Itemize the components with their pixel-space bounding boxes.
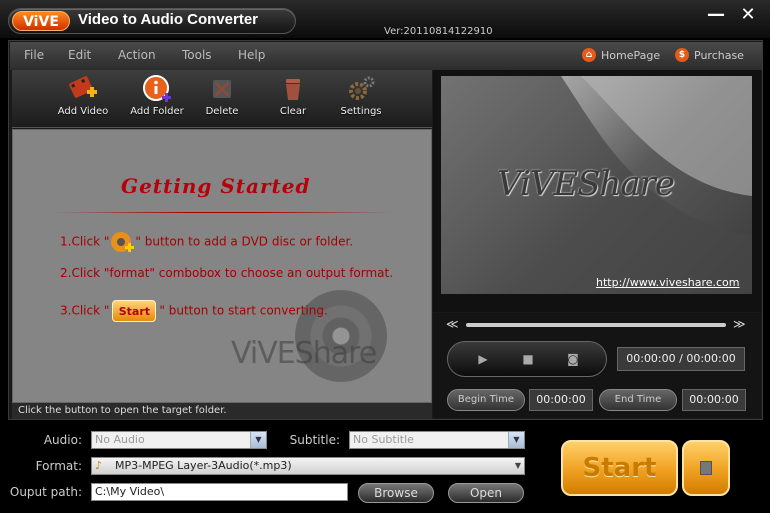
- step-3-start-icon: Start: [112, 300, 157, 322]
- begin-time-button[interactable]: Begin Time: [447, 389, 525, 411]
- format-select[interactable]: ♪ MP3-MPEG Layer-3Audio(*.mp3) ▼: [91, 457, 525, 475]
- step-1-prefix: 1.Click ": [60, 234, 110, 249]
- stop-icon[interactable]: ■: [519, 351, 537, 367]
- step-1-suffix: " button to add a DVD disc or folder.: [135, 234, 354, 249]
- purchase-link[interactable]: $ Purchase: [675, 48, 744, 62]
- add-video-label: Add Video: [57, 106, 109, 117]
- step-2: 2.Click "format" combobox to choose an o…: [60, 266, 394, 280]
- file-list-area[interactable]: ViVEShare Getting Started 1.Click " " but…: [12, 129, 432, 403]
- chevron-down-icon: ▼: [514, 461, 521, 470]
- title-bar: ViVE Video to Audio Converter Ver:201108…: [0, 0, 770, 38]
- audio-label: Audio:: [43, 433, 82, 447]
- seek-bar[interactable]: [466, 323, 726, 327]
- open-button[interactable]: Open: [448, 483, 524, 503]
- status-bar: Click the button to open the target fold…: [12, 403, 432, 419]
- settings-button[interactable]: Settings: [326, 74, 396, 117]
- app-logo: ViVE: [12, 11, 70, 31]
- chevron-down-icon: ▼: [508, 432, 524, 448]
- stop-square-icon: [700, 461, 712, 475]
- menu-bar: File Edit Action Tools Help ⌂ HomePage $…: [10, 42, 762, 70]
- subtitle-select[interactable]: No Subtitle ▼: [349, 431, 525, 449]
- step-3: 3.Click " Start " button to start converti…: [60, 300, 328, 322]
- delete-label: Delete: [205, 106, 239, 117]
- step-1: 1.Click " " button to add a DVD disc or f…: [60, 230, 353, 254]
- subtitle-label: Subtitle:: [289, 433, 340, 447]
- dollar-icon: $: [675, 48, 689, 62]
- video-preview: ViVEShare http://www.viveshare.com: [441, 76, 752, 294]
- end-time-field[interactable]: 00:00:00: [682, 389, 746, 411]
- title-divider: [53, 212, 393, 213]
- add-video-button[interactable]: Add Video: [48, 74, 118, 117]
- begin-time-field[interactable]: 00:00:00: [529, 389, 593, 411]
- menu-file[interactable]: File: [24, 48, 44, 62]
- film-add-icon: [68, 74, 98, 104]
- end-time-button[interactable]: End Time: [599, 389, 677, 411]
- menu-tools[interactable]: Tools: [182, 48, 212, 62]
- time-display: 00:00:00 / 00:00:00: [617, 347, 745, 371]
- audio-select[interactable]: No Audio ▼: [91, 431, 267, 449]
- snapshot-icon[interactable]: ◙: [564, 351, 582, 367]
- audio-value: No Audio: [95, 433, 145, 446]
- app-title: Video to Audio Converter: [78, 11, 259, 28]
- playback-controls: ▶ ■ ◙: [447, 341, 607, 377]
- website-link[interactable]: http://www.viveshare.com: [596, 276, 740, 289]
- minimize-button[interactable]: —: [704, 4, 728, 26]
- homepage-label: HomePage: [601, 48, 661, 62]
- clear-button[interactable]: Clear: [258, 74, 328, 117]
- chevron-down-icon: ▼: [250, 432, 266, 448]
- add-folder-button[interactable]: Add Folder: [122, 74, 192, 117]
- rewind-icon[interactable]: ≪: [446, 317, 459, 331]
- start-button[interactable]: Start: [561, 440, 678, 496]
- format-value: MP3-MPEG Layer-3Audio(*.mp3): [115, 459, 292, 472]
- purchase-label: Purchase: [694, 48, 744, 62]
- version-label: Ver:20110814122910: [384, 26, 493, 37]
- format-label: Format:: [35, 459, 82, 473]
- add-folder-label: Add Folder: [130, 106, 184, 117]
- forward-icon[interactable]: ≫: [733, 317, 746, 331]
- step-3-prefix: 3.Click ": [60, 303, 110, 318]
- play-icon[interactable]: ▶: [474, 351, 492, 367]
- delete-button[interactable]: Delete: [187, 74, 257, 117]
- music-note-icon: ♪: [95, 459, 103, 472]
- settings-label: Settings: [340, 106, 382, 117]
- step-3-suffix: " button to start converting.: [159, 303, 328, 318]
- home-icon: ⌂: [582, 48, 596, 62]
- preview-brand: ViVEShare: [497, 164, 675, 204]
- delete-icon: [207, 74, 237, 104]
- getting-started-title: Getting Started: [121, 174, 311, 198]
- info-add-icon: [142, 74, 172, 104]
- watermark-text: ViVEShare: [231, 336, 377, 371]
- trash-icon: [278, 74, 308, 104]
- clear-label: Clear: [279, 106, 307, 117]
- menu-help[interactable]: Help: [238, 48, 265, 62]
- toolbar: Add Video Add Folder Delete Clear Settin…: [12, 70, 432, 128]
- output-path-label: Ouput path:: [9, 485, 82, 499]
- output-path-input[interactable]: C:\My Video\: [91, 483, 348, 501]
- subtitle-value: No Subtitle: [353, 433, 414, 446]
- gear-icon: [346, 74, 376, 104]
- browse-button[interactable]: Browse: [358, 483, 434, 503]
- homepage-link[interactable]: ⌂ HomePage: [582, 48, 660, 62]
- menu-edit[interactable]: Edit: [68, 48, 91, 62]
- close-button[interactable]: ✕: [736, 4, 760, 26]
- stop-button[interactable]: [682, 440, 730, 496]
- menu-action[interactable]: Action: [118, 48, 156, 62]
- add-disc-icon: [109, 230, 135, 254]
